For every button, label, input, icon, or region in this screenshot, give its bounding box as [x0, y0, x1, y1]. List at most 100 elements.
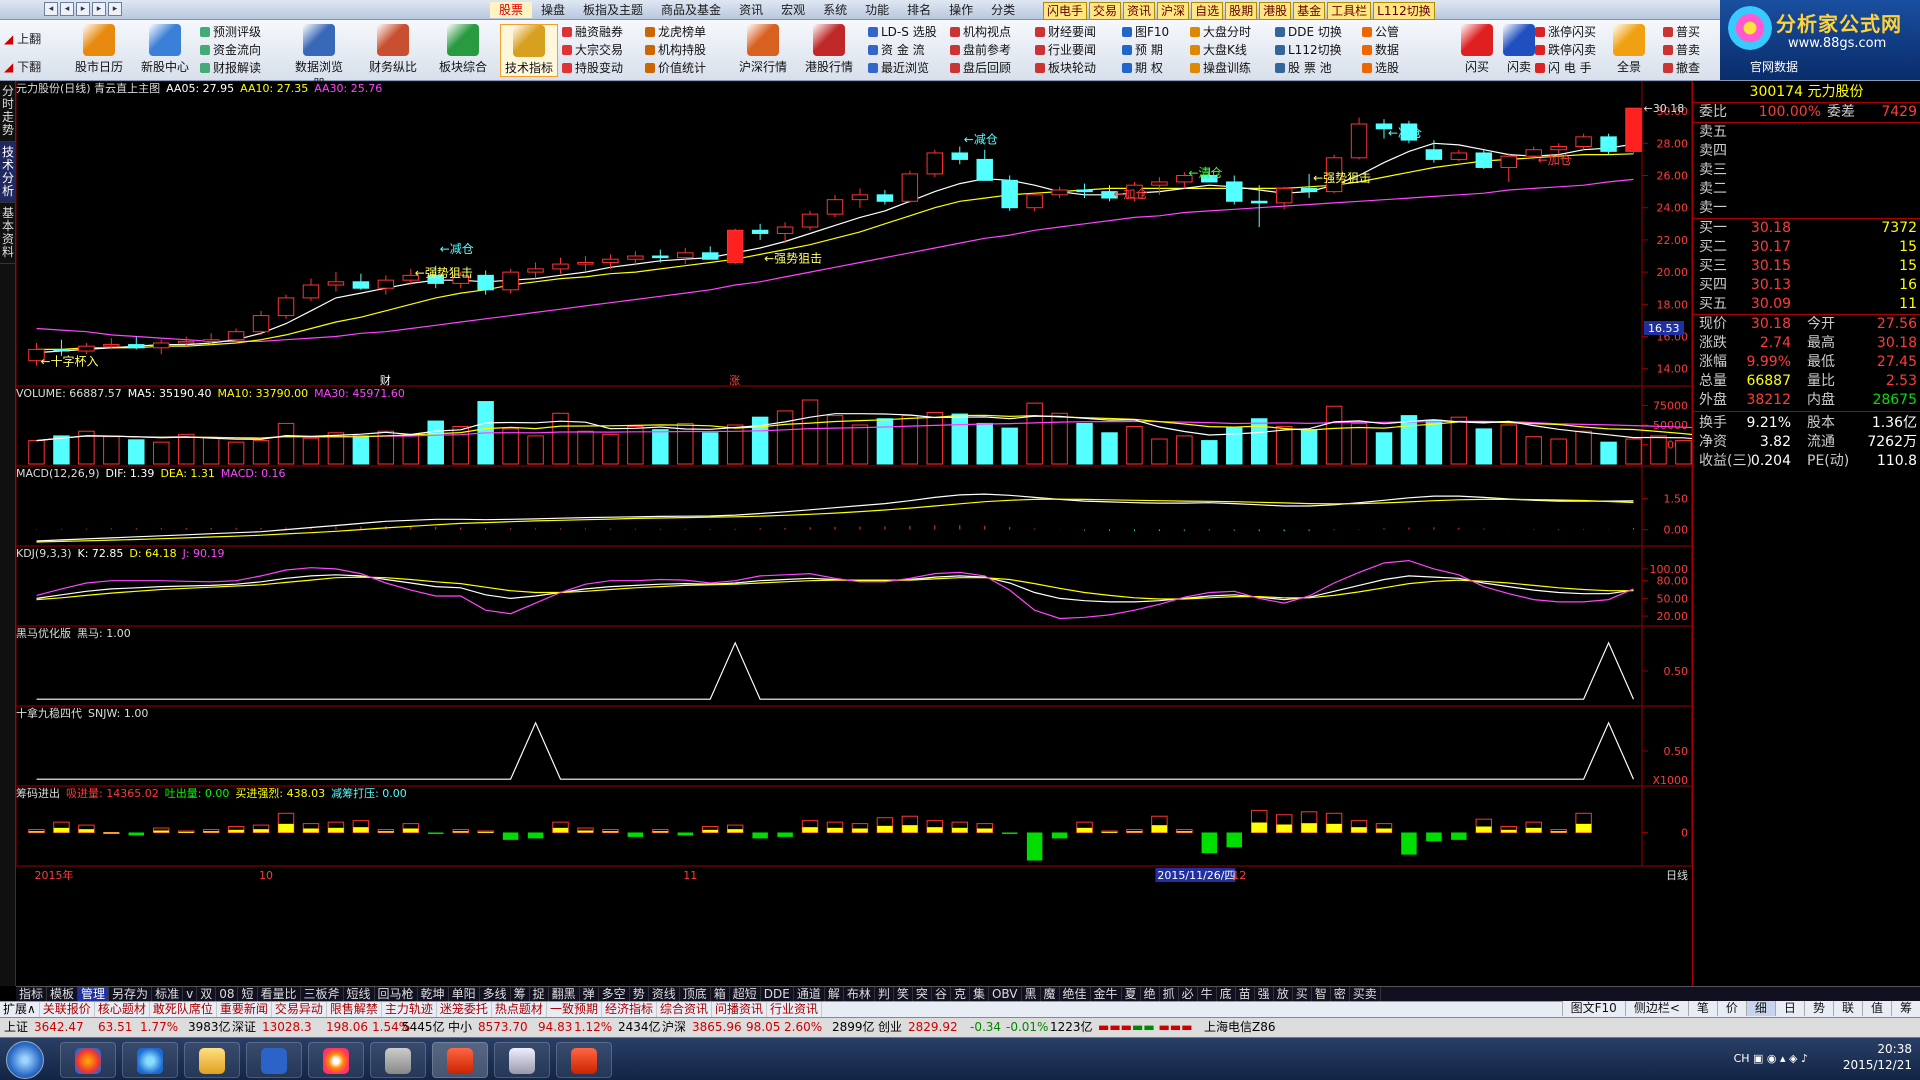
indicator-tab-1[interactable]: 模板 [47, 987, 79, 1001]
candle[interactable] [1300, 187, 1318, 193]
toolbar-button-6[interactable]: 沪深行情 [734, 24, 792, 75]
candle[interactable] [976, 158, 993, 181]
indicator-tab-43[interactable]: 抓 [1160, 987, 1179, 1001]
indicator-tab-48[interactable]: 强 [1255, 987, 1274, 1001]
toolbar-link-12-2[interactable]: 撤查 [1663, 60, 1700, 77]
candle[interactable] [128, 344, 145, 349]
toolbar-link-11-2[interactable]: 闪 电 手 [1535, 60, 1592, 77]
candle[interactable] [1275, 187, 1293, 204]
menu-item-5[interactable]: 宏观 [772, 2, 814, 18]
indicator-tab-4[interactable]: 标准 [152, 987, 184, 1001]
toolbar-link-1-0[interactable]: 预测评级 [200, 24, 261, 41]
event-marker[interactable]: 财 [380, 373, 391, 387]
candle[interactable] [677, 252, 694, 259]
toolbar-link-7-0[interactable]: 图F10 [1122, 24, 1169, 41]
toolbar-link-5-1[interactable]: 盘前参考 [950, 42, 1011, 59]
candle[interactable] [1350, 123, 1368, 159]
candle[interactable] [1076, 189, 1093, 193]
indicator-tab-28[interactable]: 解 [825, 987, 844, 1001]
taskbar-ie-button[interactable] [122, 1042, 178, 1078]
page-down-button[interactable]: ◢ 下翻 [4, 58, 41, 75]
right-tab-6[interactable]: 值 [1861, 1001, 1891, 1016]
indicator-tab-34[interactable]: 克 [951, 987, 970, 1001]
indicator-tab-36[interactable]: OBV [989, 987, 1022, 1001]
info-tab-7[interactable]: 主力轨迹 [382, 1002, 437, 1017]
candle[interactable] [826, 199, 844, 215]
candle[interactable] [1575, 136, 1592, 148]
start-button[interactable] [6, 1041, 44, 1079]
candle[interactable] [751, 229, 769, 234]
candle[interactable] [78, 345, 95, 352]
candle[interactable] [1625, 107, 1642, 152]
indicator-tab-50[interactable]: 买 [1293, 987, 1312, 1001]
event-marker[interactable]: 涨 [729, 374, 740, 387]
candle[interactable] [776, 226, 794, 234]
nav-next-button[interactable]: ▸ [76, 2, 90, 16]
ime-indicator[interactable]: CH [1734, 1052, 1750, 1065]
menu-item-1[interactable]: 操盘 [532, 2, 574, 18]
indicator-tab-17[interactable]: 捉 [530, 987, 549, 1001]
candle[interactable] [377, 279, 395, 289]
indicator-tab-45[interactable]: 牛 [1198, 987, 1217, 1001]
candle[interactable] [1450, 152, 1468, 160]
candle[interactable] [1250, 200, 1268, 204]
indicator-tab-37[interactable]: 黑 [1022, 987, 1041, 1001]
taskbar-browser-button[interactable] [60, 1042, 116, 1078]
hot-button-2[interactable]: 资讯 [1123, 2, 1156, 20]
hot-button-9[interactable]: L112切换 [1373, 2, 1435, 20]
right-tab-4[interactable]: 势 [1803, 1001, 1833, 1016]
candle[interactable] [502, 271, 519, 291]
indicator-tab-29[interactable]: 布林 [844, 987, 875, 1001]
taskbar-app-button[interactable] [308, 1042, 364, 1078]
hot-button-7[interactable]: 基金 [1293, 2, 1326, 20]
view-tab-0[interactable]: 分时走势 [0, 81, 16, 142]
toolbar-link-10-1[interactable]: 数据 [1362, 42, 1399, 59]
candle[interactable] [652, 255, 669, 259]
toolbar-button-7[interactable]: 港股行情 [800, 24, 858, 75]
toolbar-link-7-1[interactable]: 预 期 [1122, 42, 1163, 59]
taskbar-stock-app-button[interactable] [432, 1042, 488, 1078]
hot-button-1[interactable]: 交易 [1089, 2, 1122, 20]
hot-button-4[interactable]: 自选 [1191, 2, 1224, 20]
taskbar-calc-button[interactable] [370, 1042, 426, 1078]
candle[interactable] [1151, 181, 1168, 186]
toolbar-button-4[interactable]: 板块综合 [434, 24, 492, 75]
toolbar-link-6-0[interactable]: 财经要闻 [1035, 24, 1096, 41]
info-tab-8[interactable]: 迷笼委托 [437, 1002, 492, 1017]
indicator-tab-46[interactable]: 底 [1217, 987, 1236, 1001]
indicator-tab-11[interactable]: 短线 [344, 987, 375, 1001]
indicator-tab-14[interactable]: 单阳 [449, 987, 480, 1001]
candle[interactable] [252, 315, 270, 333]
indicator-tab-12[interactable]: 回马枪 [375, 987, 418, 1001]
toolbar-link-1-1[interactable]: 资金流向 [200, 42, 261, 59]
menu-item-4[interactable]: 资讯 [730, 2, 772, 18]
candle[interactable] [1600, 136, 1617, 152]
right-tab-0[interactable]: 笔 [1687, 1001, 1717, 1016]
indicator-tab-31[interactable]: 笑 [894, 987, 913, 1001]
right-tab-1[interactable]: 价 [1716, 1001, 1746, 1016]
toolbar-link-10-0[interactable]: 公管 [1362, 24, 1399, 41]
toolbar-button-10[interactable]: 全景 [1600, 24, 1658, 75]
toolbar-button-0[interactable]: 股市日历 [70, 24, 128, 75]
indicator-tab-2[interactable]: 管理 [78, 987, 110, 1001]
indicator-tab-20[interactable]: 多空 [599, 987, 630, 1001]
candle[interactable] [901, 173, 919, 202]
menu-item-3[interactable]: 商品及基金 [652, 2, 730, 18]
right-tab-3[interactable]: 日 [1774, 1001, 1804, 1016]
info-tab-5[interactable]: 交易异动 [272, 1002, 327, 1017]
candle[interactable] [876, 194, 894, 202]
toolbar-link-3-2[interactable]: 价值统计 [645, 60, 706, 77]
toolbar-link-8-2[interactable]: 操盘训练 [1190, 60, 1251, 77]
candle[interactable] [701, 252, 719, 260]
tray-clock[interactable]: 20:38 2015/12/21 [1843, 1041, 1912, 1073]
indicator-tab-6[interactable]: 双 [197, 987, 217, 1001]
info-tab-4[interactable]: 重要新闻 [217, 1002, 272, 1017]
taskbar-notes-button[interactable] [494, 1042, 550, 1078]
menu-item-9[interactable]: 操作 [940, 2, 982, 18]
menu-item-10[interactable]: 分类 [982, 2, 1024, 18]
toolbar-link-2-0[interactable]: 融资融券 [562, 24, 623, 41]
nav-forward-button[interactable]: ▸ [92, 2, 106, 16]
candle[interactable] [726, 229, 744, 263]
candle[interactable] [1001, 179, 1018, 209]
indicator-tab-19[interactable]: 弹 [580, 987, 599, 1001]
